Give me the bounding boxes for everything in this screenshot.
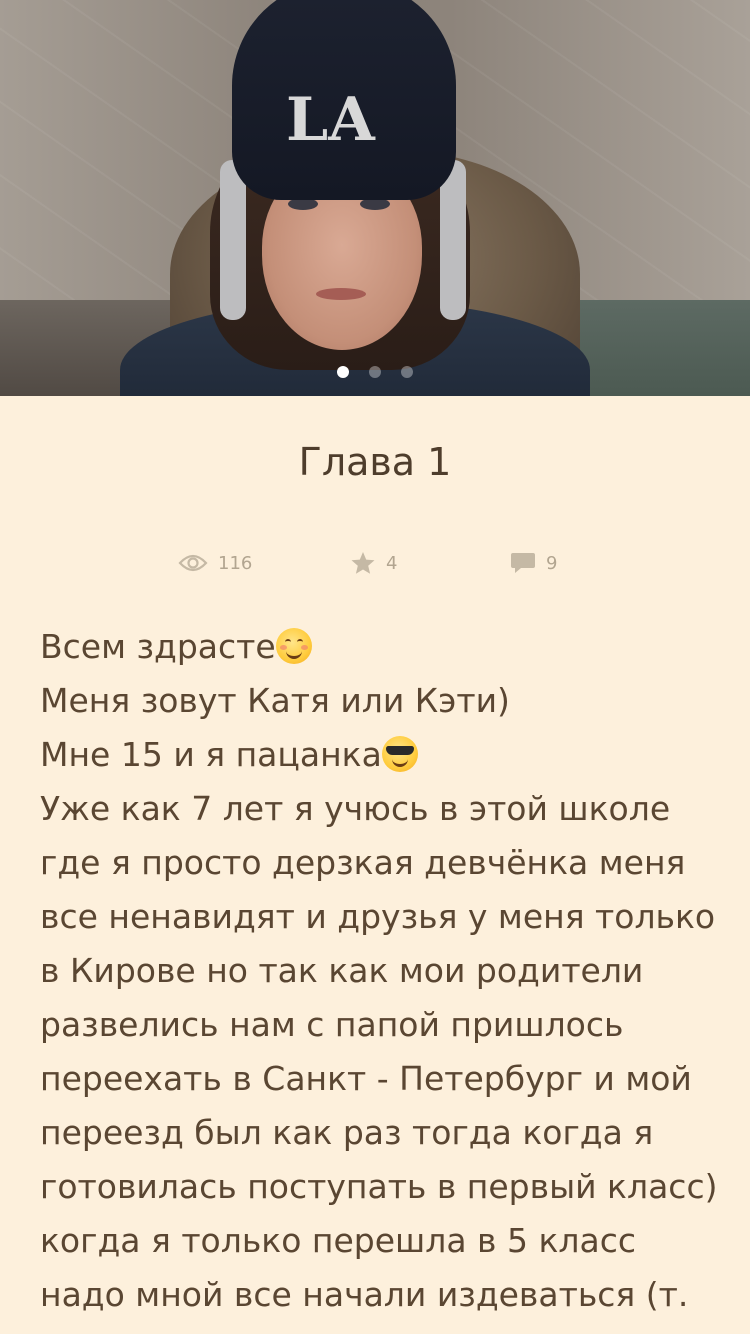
sunglasses-face-emoji [381, 736, 418, 772]
cover-photo-lips [316, 288, 366, 300]
story-line: Уже как 7 лет я учюсь в этой школе [40, 789, 671, 828]
stars-count: 4 [386, 552, 398, 574]
eye-icon [178, 553, 208, 573]
cover-photo-headphone-left [220, 160, 246, 320]
chapter-stats: 116 4 9 [0, 545, 750, 581]
cover-photo-headphone-right [440, 160, 466, 320]
cover-image-carousel[interactable]: LA [0, 0, 750, 396]
stars-stat[interactable]: 4 [350, 545, 397, 581]
story-line: переезд был как раз тогда когда я [40, 1113, 654, 1152]
story-line: переехать в Санкт - Петербург и мой [40, 1059, 692, 1098]
beanie-logo: LA [286, 85, 375, 155]
chapter-title: Глава 1 [298, 440, 452, 484]
views-stat: 116 [178, 545, 252, 581]
story-line: в Кирове но так как мои родители [40, 951, 644, 990]
comments-count: 9 [546, 552, 558, 574]
story-line: готовилась поступать в первый класс) [40, 1167, 718, 1206]
story-line: надо мной все начали издеваться (т. [40, 1275, 689, 1314]
smiling-face-emoji [275, 628, 312, 664]
views-count: 116 [218, 552, 253, 574]
carousel-dot-2[interactable] [369, 366, 381, 378]
carousel-dot-3[interactable] [401, 366, 413, 378]
story-line: Всем здрасте [40, 620, 720, 674]
comment-bubble-icon [510, 551, 536, 575]
comments-stat[interactable]: 9 [510, 545, 557, 581]
story-line: Мне 15 и я пацанка [40, 728, 720, 782]
story-line: развелись нам с папой пришлось [40, 1005, 624, 1044]
story-line: все ненавидят и друзья у меня только [40, 897, 716, 936]
story-line: когда я только перешла в 5 класс [40, 1221, 636, 1260]
star-icon [350, 551, 376, 575]
carousel-dot-1[interactable] [337, 366, 349, 378]
story-line: где я просто дерзкая девчёнка меня [40, 843, 686, 882]
story-text: Всем здрасте Меня зовут Катя или Кэти) М… [40, 620, 720, 1322]
carousel-page-indicator [0, 364, 750, 380]
story-line: Меня зовут Катя или Кэти) [40, 681, 510, 720]
